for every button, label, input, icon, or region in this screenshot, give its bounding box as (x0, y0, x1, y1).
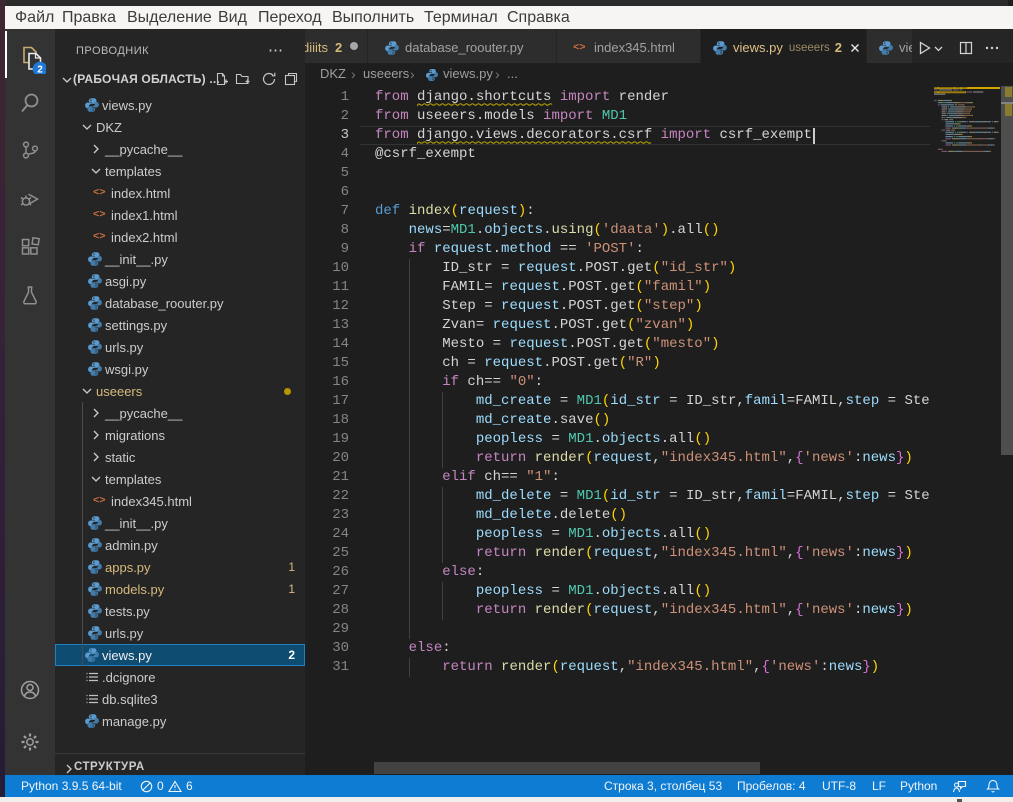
svg-text:2: 2 (37, 64, 43, 74)
